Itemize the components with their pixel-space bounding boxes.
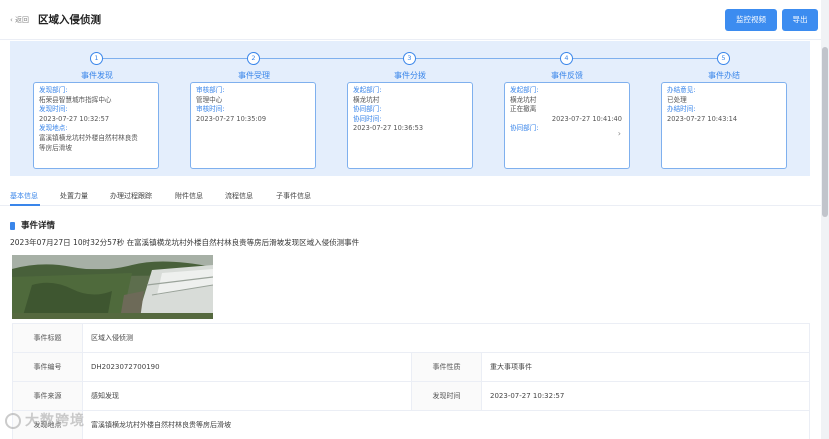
step-label: 协同部门: — [510, 124, 539, 133]
step-5-card: 办结意见: 已处理 办结时间: 2023-07-27 10:43:14 — [661, 82, 787, 169]
step-5-title: 事件办结 — [708, 71, 740, 80]
step-2-card: 审核部门: 管理中心 审核时间: 2023-07-27 10:35:09 — [190, 82, 316, 169]
step-label: 协同部门: — [353, 105, 382, 114]
step-value: 正在撤离 — [510, 105, 537, 114]
step-value: 等房后滑坡 — [39, 143, 72, 152]
watermark-text: 大数跨境 — [25, 413, 85, 429]
step-value: 富溪镇横龙坑村外楼自然村林良贵 — [39, 133, 138, 142]
step-value: 管理中心 — [196, 95, 223, 104]
active-tab-indicator — [10, 204, 40, 206]
step-5-number: 5 — [717, 52, 730, 65]
step-value: 已处理 — [667, 95, 687, 104]
tab-sub-events[interactable]: 子事件信息 — [276, 191, 311, 201]
detail-tabs: 基本信息 处置力量 办理过程跟踪 附件信息 流程信息 子事件信息 — [0, 186, 821, 206]
step-value: 2023-07-27 10:41:40 — [510, 114, 622, 123]
step-4-card[interactable]: 发起部门: 横龙坑村 正在撤离 2023-07-27 10:41:40 协同部门… — [504, 82, 630, 169]
event-source-value: 感知发现 — [82, 381, 412, 411]
section-title-text: 事件详情 — [21, 221, 56, 231]
section-title: 事件详情 — [10, 219, 55, 231]
tab-attachments[interactable]: 附件信息 — [175, 191, 203, 201]
step-value: 柘荣县智慧城市指挥中心 — [39, 95, 112, 104]
step-label: 办结时间: — [667, 105, 696, 114]
flow-connector — [103, 58, 248, 59]
found-place-value: 富溪镇横龙坑村外楼自然村林良贵等房后滑坡 — [82, 410, 810, 439]
event-title-value: 区域入侵侦测 — [82, 323, 810, 353]
step-2-number: 2 — [247, 52, 260, 65]
event-number-key: 事件编号 — [12, 352, 83, 382]
back-link[interactable]: ‹ 返回 — [10, 15, 29, 25]
bookmark-icon — [10, 221, 15, 230]
event-title-key: 事件标题 — [12, 323, 83, 353]
step-value: 横龙坑村 — [510, 95, 537, 104]
scrollbar-thumb[interactable] — [822, 47, 828, 217]
export-button[interactable]: 导出 — [782, 9, 818, 31]
flow-connector — [260, 58, 403, 59]
step-label: 协同时间: — [353, 114, 382, 123]
step-label: 发起部门: — [353, 86, 382, 94]
step-value: 2023-07-27 10:36:53 — [353, 124, 424, 133]
event-source-key: 事件来源 — [12, 381, 83, 411]
found-time-key: 发现时间 — [411, 381, 482, 411]
watermark: 大数跨境 — [5, 410, 85, 430]
step-value: 2023-07-27 10:35:09 — [196, 114, 267, 123]
event-nature-key: 事件性质 — [411, 352, 482, 382]
step-label: 发起部门: — [510, 86, 539, 94]
step-4-title: 事件反馈 — [551, 71, 583, 80]
step-3-card: 发起部门: 横龙坑村 协同部门: 协同时间: 2023-07-27 10:36:… — [347, 82, 473, 169]
step-3-number: 3 — [403, 52, 416, 65]
page-title: 区域入侵侦测 — [38, 14, 101, 26]
flow-connector — [573, 58, 718, 59]
step-value: 2023-07-27 10:43:14 — [667, 114, 738, 123]
step-3-title: 事件分拨 — [394, 71, 426, 80]
step-label: 审核部门: — [196, 86, 225, 94]
step-label: 发现地点: — [39, 124, 68, 133]
step-label: 审核时间: — [196, 105, 225, 114]
event-photo-image — [12, 255, 213, 319]
tab-flow-info[interactable]: 流程信息 — [225, 191, 253, 201]
step-value: 横龙坑村 — [353, 95, 380, 104]
watermark-logo-icon — [5, 413, 21, 429]
step-value: 2023-07-27 10:32:57 — [39, 114, 110, 123]
event-photo[interactable] — [12, 255, 213, 319]
flow-connector — [416, 58, 561, 59]
table-row: 事件编号 DH2023072700190 事件性质 重大事项事件 — [12, 352, 810, 382]
back-label: 返回 — [15, 16, 30, 24]
tab-process-tracking[interactable]: 办理过程跟踪 — [110, 191, 152, 201]
step-label: 办结意见: — [667, 86, 696, 94]
chevron-right-icon[interactable]: › — [618, 129, 621, 138]
event-nature-value: 重大事项事件 — [481, 352, 810, 382]
page: ‹ 返回 区域入侵侦测 监控视频 导出 1 事件发现 发现部门: 柘荣县智慧城市… — [0, 0, 821, 439]
step-1-card: 发现部门: 柘荣县智慧城市指挥中心 发现时间: 2023-07-27 10:32… — [33, 82, 159, 169]
step-label: 发现时间: — [39, 105, 68, 114]
step-2-title: 事件受理 — [238, 71, 270, 80]
table-row: 发现地点 富溪镇横龙坑村外楼自然村林良贵等房后滑坡 — [12, 410, 810, 439]
event-detail-table: 事件标题 区域入侵侦测 事件编号 DH2023072700190 事件性质 重大… — [12, 323, 810, 439]
event-description: 2023年07月27日 10时32分57秒 在富溪镇横龙坑村外楼自然村林良贵等房… — [10, 238, 360, 247]
step-1-title: 事件发现 — [81, 71, 113, 80]
tab-basic-info[interactable]: 基本信息 — [10, 191, 38, 201]
vertical-scrollbar[interactable] — [821, 0, 829, 439]
tab-disposal-force[interactable]: 处置力量 — [60, 191, 88, 201]
table-row: 事件标题 区域入侵侦测 — [12, 323, 810, 353]
monitor-video-button[interactable]: 监控视频 — [725, 9, 777, 31]
step-label: 发现部门: — [39, 86, 68, 94]
step-4-number: 4 — [560, 52, 573, 65]
event-number-value: DH2023072700190 — [82, 352, 412, 382]
found-time-value: 2023-07-27 10:32:57 — [481, 381, 810, 411]
table-row: 事件来源 感知发现 发现时间 2023-07-27 10:32:57 — [12, 381, 810, 411]
header: ‹ 返回 区域入侵侦测 监控视频 导出 — [0, 0, 821, 40]
step-1-number: 1 — [90, 52, 103, 65]
